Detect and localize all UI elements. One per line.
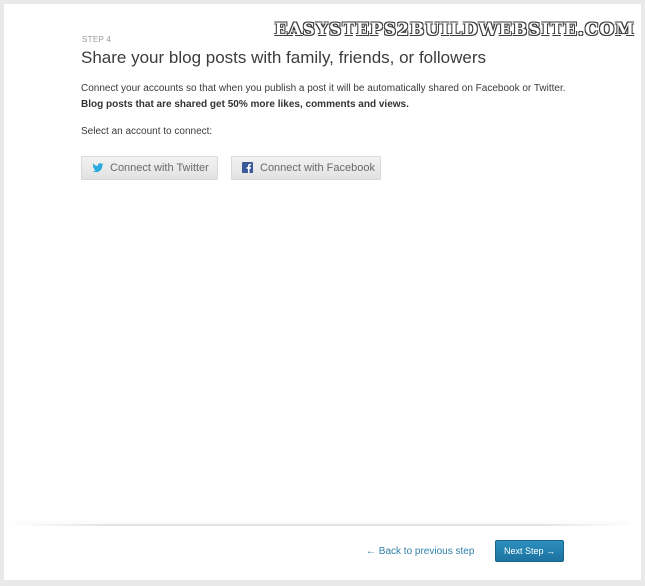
connect-twitter-label: Connect with Twitter bbox=[110, 162, 209, 174]
intro-text-plain: Connect your accounts so that when you p… bbox=[81, 83, 566, 94]
connect-facebook-label: Connect with Facebook bbox=[260, 162, 375, 174]
connect-twitter-button[interactable]: Connect with Twitter bbox=[81, 156, 218, 180]
twitter-bird-icon bbox=[92, 162, 104, 174]
next-step-button[interactable]: Next Step → bbox=[495, 540, 564, 562]
facebook-f-icon bbox=[242, 162, 254, 174]
intro-text-bold: Blog posts that are shared get 50% more … bbox=[81, 99, 409, 110]
connect-facebook-button[interactable]: Connect with Facebook bbox=[231, 156, 381, 180]
footer-divider bbox=[14, 524, 631, 526]
page-title: Share your blog posts with family, frien… bbox=[81, 48, 487, 67]
step-panel: EASYSTEPS2BUILDWEBSITE.COM STEP 4 Share … bbox=[4, 4, 641, 580]
watermark: EASYSTEPS2BUILDWEBSITE.COM bbox=[274, 20, 635, 40]
step-label: STEP 4 bbox=[82, 35, 112, 44]
select-account-label: Select an account to connect: bbox=[81, 126, 213, 137]
intro-text: Connect your accounts so that when you p… bbox=[81, 81, 576, 113]
back-to-previous-step-link[interactable]: ← Back to previous step bbox=[366, 546, 474, 557]
